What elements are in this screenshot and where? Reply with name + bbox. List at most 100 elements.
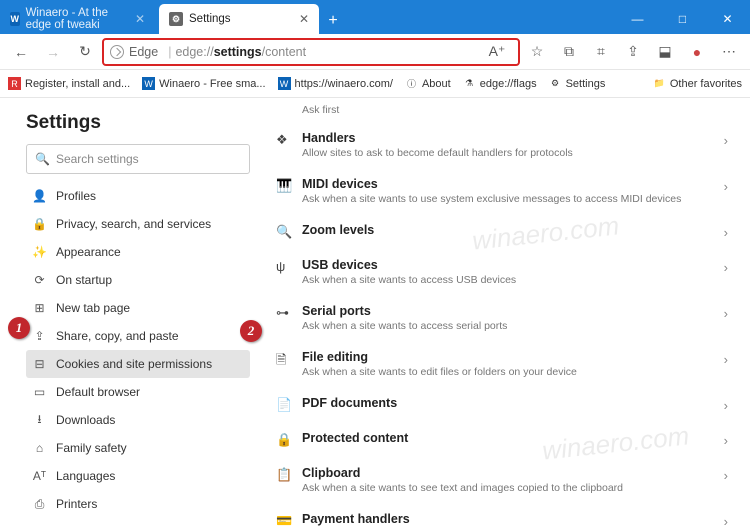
setting-row-pdf-documents[interactable]: 📄PDF documents› xyxy=(272,387,732,422)
settings-sidebar: Settings 🔍 Search settings 👤Profiles🔒Pri… xyxy=(0,98,262,526)
row-icon: 🎹 xyxy=(276,177,302,194)
setting-row-file-editing[interactable]: 🗎File editingAsk when a site wants to ed… xyxy=(272,341,732,387)
sidebar-item-icon: ⇪ xyxy=(32,329,47,343)
page-title: Settings xyxy=(26,112,250,134)
bookmark-item[interactable]: WWinaero - Free sma... xyxy=(142,77,265,90)
profile-icon[interactable]: ● xyxy=(682,37,712,67)
browser-toolbar: ← → ↻ Edge | edge://settings/content A⁺ … xyxy=(0,34,750,70)
window-close[interactable]: ✕ xyxy=(705,4,750,34)
row-title: Clipboard xyxy=(302,466,724,480)
tab-title: Settings xyxy=(189,13,231,25)
favorite-icon[interactable]: ☆ xyxy=(522,37,552,67)
setting-row-serial-ports[interactable]: ⊶Serial portsAsk when a site wants to ac… xyxy=(272,295,732,341)
annotation-marker-2: 2 xyxy=(240,320,262,342)
row-title: USB devices xyxy=(302,258,724,272)
sidebar-item-share-copy-and-paste[interactable]: ⇪Share, copy, and paste xyxy=(26,322,250,350)
sidebar-item-on-startup[interactable]: ⟳ On startup xyxy=(26,266,250,294)
bookmark-item[interactable]: ⚗edge://flags xyxy=(463,77,537,90)
sidebar-item-label: Printers xyxy=(56,497,97,511)
read-aloud-icon[interactable]: A⁺ xyxy=(482,37,512,67)
sidebar-item-appearance[interactable]: ✨ Appearance xyxy=(26,238,250,266)
bookmarks-bar: RRegister, install and... WWinaero - Fre… xyxy=(0,70,750,98)
bookmark-item[interactable]: RRegister, install and... xyxy=(8,77,130,90)
chevron-right-icon: › xyxy=(724,466,728,483)
forward-button[interactable]: → xyxy=(38,37,68,67)
sidebar-item-icon: ⊞ xyxy=(32,301,47,315)
row-title: MIDI devices xyxy=(302,177,724,191)
sidebar-item-label: New tab page xyxy=(56,301,130,315)
browser-tab-settings[interactable]: ⚙ Settings ✕ xyxy=(159,4,319,34)
sidebar-item-family-safety[interactable]: ⌂Family safety xyxy=(26,434,250,462)
setting-row-midi-devices[interactable]: 🎹MIDI devicesAsk when a site wants to us… xyxy=(272,168,732,214)
sidebar-item-icon: Aᵀ xyxy=(32,469,47,483)
sidebar-item-icon: 👤 xyxy=(32,189,47,203)
back-button[interactable]: ← xyxy=(6,37,36,67)
sidebar-item-icon: ⟳ xyxy=(32,273,47,287)
settings-main[interactable]: Ask first ❖HandlersAllow sites to ask to… xyxy=(262,98,750,526)
close-icon[interactable]: ✕ xyxy=(299,12,309,26)
new-tab-button[interactable]: + xyxy=(319,12,347,34)
downloads-icon[interactable]: ⬓ xyxy=(650,37,680,67)
setting-row-usb-devices[interactable]: ψUSB devicesAsk when a site wants to acc… xyxy=(272,249,732,295)
row-icon: 📄 xyxy=(276,396,302,413)
setting-row-payment-handlers[interactable]: 💳Payment handlersAllow sites to install … xyxy=(272,503,732,526)
chevron-right-icon: › xyxy=(724,304,728,321)
chevron-right-icon: › xyxy=(724,431,728,448)
send-icon[interactable]: ⇪ xyxy=(618,37,648,67)
row-desc: Ask when a site wants to see text and im… xyxy=(302,482,724,494)
other-favorites[interactable]: 📁Other favorites xyxy=(653,77,742,90)
setting-row-handlers[interactable]: ❖HandlersAllow sites to ask to become de… xyxy=(272,122,732,168)
sidebar-item-label: Appearance xyxy=(56,245,121,259)
sidebar-item-label: On startup xyxy=(56,273,112,287)
sidebar-item-privacy-search-and-services[interactable]: 🔒Privacy, search, and services xyxy=(26,210,250,238)
browser-tab-winaero[interactable]: W Winaero - At the edge of tweaki ✕ xyxy=(0,4,155,34)
bookmark-item[interactable]: Whttps://winaero.com/ xyxy=(278,77,393,90)
window-minimize[interactable]: — xyxy=(615,4,660,34)
sidebar-item-label: Downloads xyxy=(56,413,115,427)
row-title: File editing xyxy=(302,350,724,364)
sidebar-item-label: Profiles xyxy=(56,189,96,203)
row-icon: ψ xyxy=(276,258,302,274)
bookmark-item[interactable]: ⚙Settings xyxy=(549,77,606,90)
search-input[interactable]: 🔍 Search settings xyxy=(26,144,250,174)
row-desc: Ask when a site wants to access serial p… xyxy=(302,320,724,332)
menu-button[interactable]: ⋯ xyxy=(714,37,744,67)
sidebar-item-new-tab-page[interactable]: ⊞ New tab page xyxy=(26,294,250,322)
sidebar-item-icon: ▭ xyxy=(32,385,47,399)
sidebar-item-downloads[interactable]: ⭳ Downloads xyxy=(26,406,250,434)
sidebar-item-icon: ⭳ xyxy=(32,410,47,431)
setting-row-zoom-levels[interactable]: 🔍Zoom levels› xyxy=(272,214,732,249)
row-icon: 📋 xyxy=(276,466,302,483)
sidebar-item-icon: ✨ xyxy=(32,245,47,259)
chevron-right-icon: › xyxy=(724,131,728,148)
reload-button[interactable]: ↻ xyxy=(70,37,100,67)
chevron-right-icon: › xyxy=(724,177,728,194)
row-icon: 🗎 xyxy=(276,350,302,373)
close-icon[interactable]: ✕ xyxy=(135,12,145,26)
collections-icon[interactable]: ⧉ xyxy=(554,37,584,67)
row-icon: ❖ xyxy=(276,131,302,148)
tab-title: Winaero - At the edge of tweaki xyxy=(26,7,135,31)
sidebar-item-label: Family safety xyxy=(56,441,127,455)
search-placeholder: Search settings xyxy=(56,152,139,166)
row-title: Handlers xyxy=(302,131,724,145)
settings-favicon: ⚙ xyxy=(169,12,183,26)
window-maximize[interactable]: □ xyxy=(660,4,705,34)
sidebar-item-icon: 🔒 xyxy=(32,217,47,231)
sidebar-item-default-browser[interactable]: ▭Default browser xyxy=(26,378,250,406)
row-icon: 🔒 xyxy=(276,431,302,448)
sidebar-item-icon: ⊟ xyxy=(32,357,47,371)
row-title: Zoom levels xyxy=(302,223,724,237)
addr-badge-text: Edge xyxy=(129,45,158,59)
setting-row-protected-content[interactable]: 🔒Protected content› xyxy=(272,422,732,457)
sidebar-item-printers[interactable]: ⎙ Printers xyxy=(26,490,250,518)
setting-row-clipboard[interactable]: 📋Clipboard Ask when a site wants to see t… xyxy=(272,457,732,503)
sidebar-item-system[interactable]: □System xyxy=(26,518,250,526)
sidebar-item-icon: ⎙ xyxy=(32,497,47,512)
sidebar-item-languages[interactable]: AᵀLanguages xyxy=(26,462,250,490)
bookmark-item[interactable]: ⓘAbout xyxy=(405,77,451,90)
sidebar-item-cookies-and-site-permissions[interactable]: ⊟Cookies and site permissions xyxy=(26,350,250,378)
sidebar-item-profiles[interactable]: 👤 Profiles xyxy=(26,182,250,210)
extensions-icon[interactable]: ⌗ xyxy=(586,37,616,67)
address-bar[interactable]: Edge | edge://settings/content A⁺ xyxy=(102,38,520,66)
